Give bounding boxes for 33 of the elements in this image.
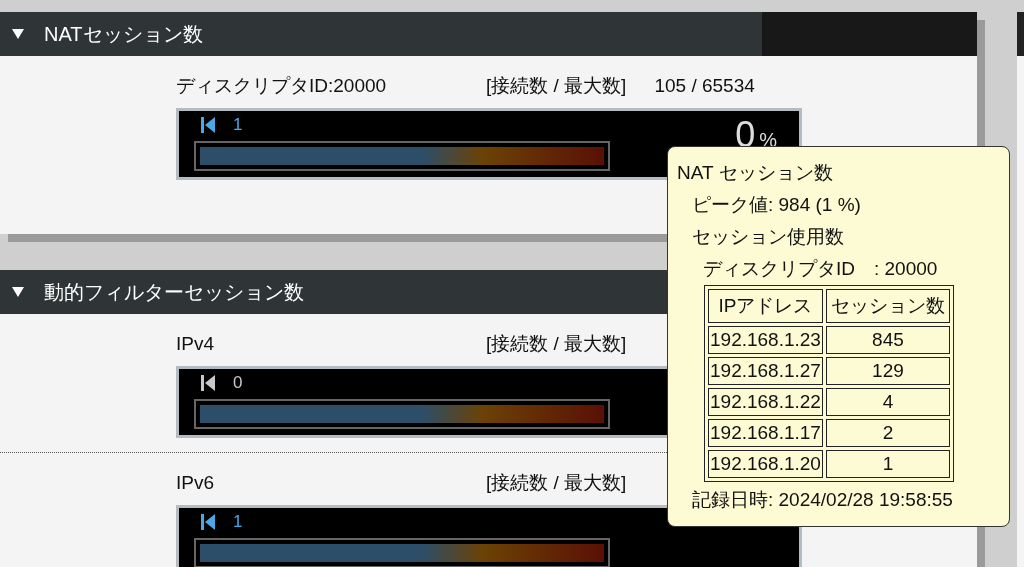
table-cell: 4	[825, 388, 950, 416]
meter-header: [接続数 / 最大数]	[486, 73, 627, 98]
collapse-icon[interactable]	[12, 286, 24, 298]
peak-value: 1	[233, 511, 243, 534]
table-cell: 2	[825, 419, 950, 447]
section-header[interactable]: NATセッション数	[0, 12, 977, 56]
meter-label: IPv4	[176, 331, 216, 356]
meter-label: ディスクリプタID:20000	[176, 73, 388, 98]
table-cell: 192.168.1.20	[708, 450, 823, 478]
table-cell: 192.168.1.23	[708, 326, 823, 354]
recorded-time: 記録日時: 2024/02/28 19:58:55	[691, 488, 954, 512]
column-header: セッション数	[825, 289, 950, 323]
meter-header: [接続数 / 最大数]	[486, 470, 627, 495]
table-cell: 192.168.1.27	[708, 357, 823, 385]
side-panel-header	[1017, 12, 1024, 56]
usage-text: セッション使用数	[691, 225, 845, 249]
section-title: NATセッション数	[44, 22, 203, 47]
column-header: IPアドレス	[708, 289, 823, 323]
meter-header: [接続数 / 最大数]	[486, 331, 627, 356]
table-cell: 192.168.1.17	[708, 419, 823, 447]
meter-reading: 105 / 65534	[654, 73, 755, 98]
section-title: 動的フィルターセッション数	[44, 280, 304, 305]
table-cell: 192.168.1.22	[708, 388, 823, 416]
tooltip-title: NAT セッション数	[677, 161, 834, 185]
meter-label: IPv6	[176, 470, 216, 495]
peak-value: 1	[233, 114, 243, 137]
peak-text: ピーク値: 984 (1 %)	[691, 193, 862, 217]
collapse-icon[interactable]	[12, 28, 24, 40]
peak-value: 0	[233, 372, 243, 395]
table-cell: 1	[825, 450, 950, 478]
table-cell: 845	[825, 326, 950, 354]
table-cell: 129	[825, 357, 950, 385]
percent-value: 0	[735, 117, 756, 153]
